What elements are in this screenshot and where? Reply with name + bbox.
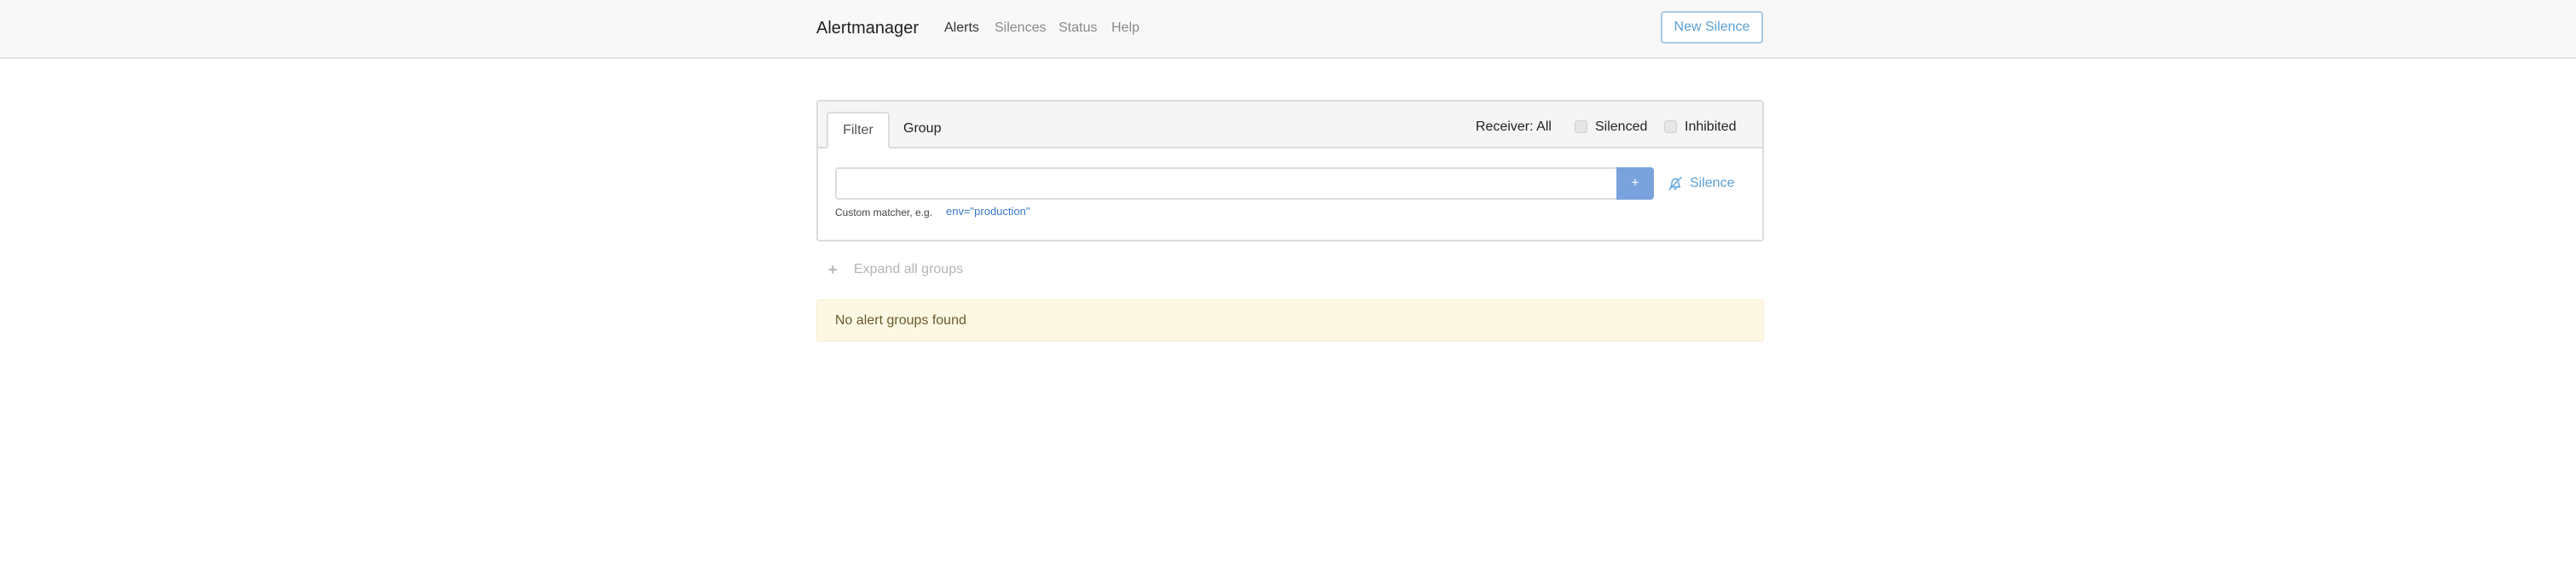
no-alert-groups-text: No alert groups found <box>835 313 966 328</box>
tab-group[interactable]: Group <box>903 112 941 148</box>
nav-link-help[interactable]: Help <box>1111 19 1140 38</box>
matcher-hint: Custom matcher, e.g. <box>835 207 933 218</box>
expand-all-groups-label: Expand all groups <box>854 262 964 276</box>
inhibited-checkbox-label: Inhibited <box>1685 119 1737 134</box>
inhibited-checkbox-box[interactable] <box>1664 120 1677 133</box>
filter-input[interactable] <box>835 167 1616 200</box>
no-alert-groups-message: No alert groups found <box>816 300 1764 341</box>
matcher-example-link[interactable]: env="production" <box>946 205 1030 218</box>
silenced-checkbox-label: Silenced <box>1595 119 1648 134</box>
add-matcher-button[interactable]: + <box>1616 167 1654 200</box>
tab-filter[interactable]: Filter <box>827 112 890 148</box>
plus-icon: + <box>828 261 838 278</box>
bell-slash-icon <box>1668 177 1682 190</box>
nav-link-alerts[interactable]: Alerts <box>944 19 979 38</box>
filter-panel-header: Filter Group Receiver: All Silenced Inhi… <box>818 102 1762 148</box>
silence-link-label: Silence <box>1690 176 1735 190</box>
brand-logo[interactable]: Alertmanager <box>816 17 919 39</box>
nav-link-silences[interactable]: Silences <box>995 19 1046 38</box>
receiver-dropdown[interactable]: Receiver: All <box>1476 118 1552 137</box>
top-navbar: Alertmanager Alerts Silences Status Help… <box>0 0 2576 59</box>
new-silence-button[interactable]: New Silence <box>1661 11 1763 44</box>
silenced-checkbox-box[interactable] <box>1575 120 1587 133</box>
nav-link-status[interactable]: Status <box>1059 19 1097 38</box>
filter-panel: Filter Group Receiver: All Silenced Inhi… <box>816 100 1764 242</box>
